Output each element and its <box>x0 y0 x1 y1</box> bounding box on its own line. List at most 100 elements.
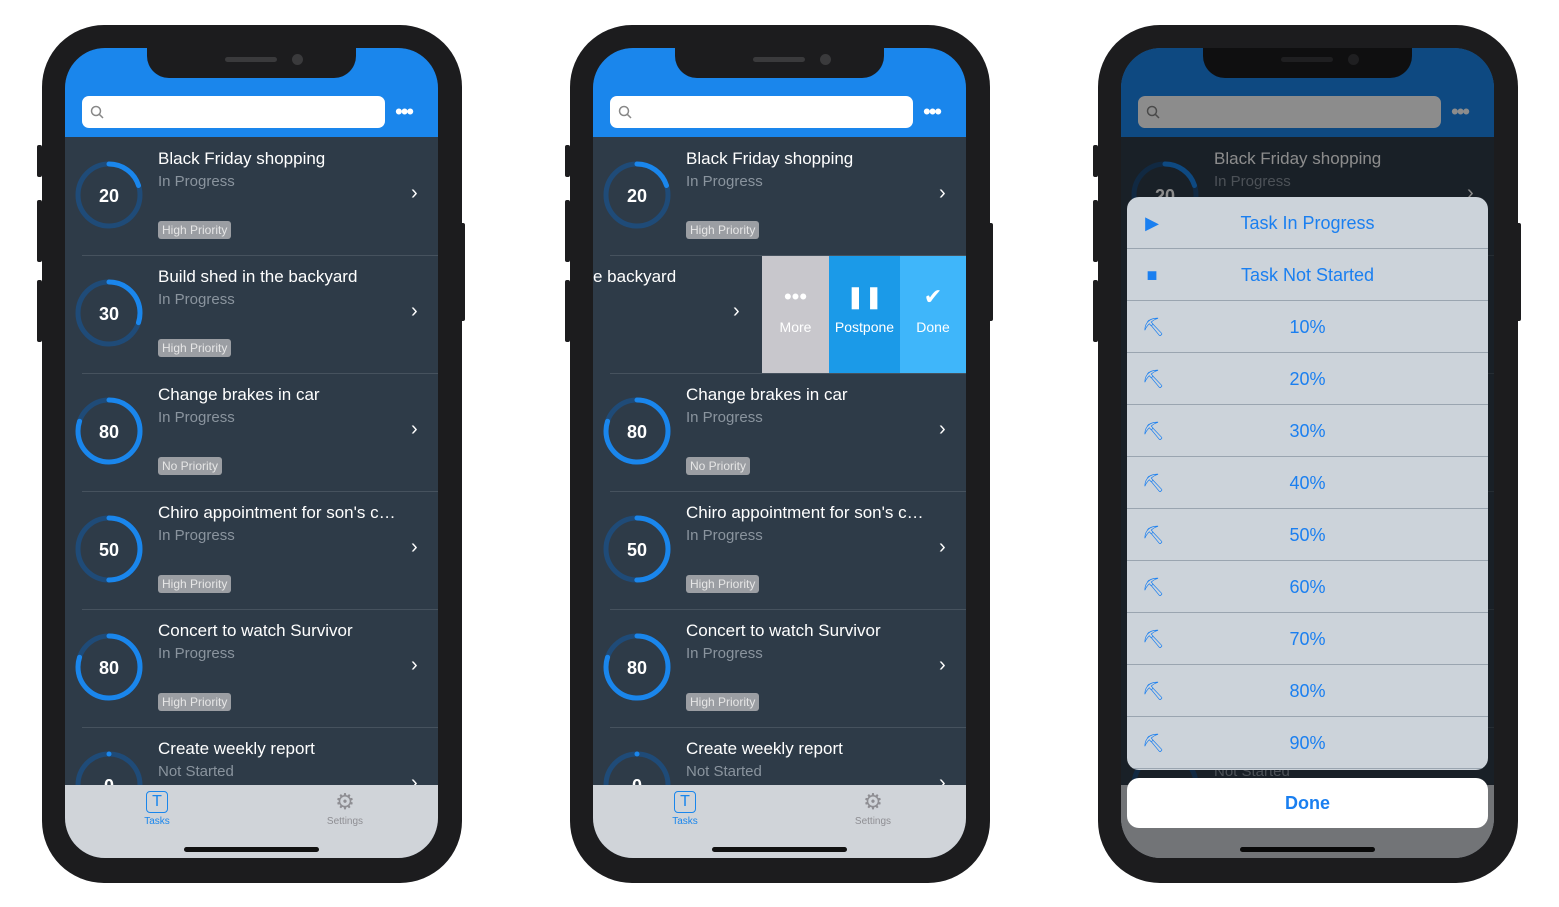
sheet-option[interactable]: ⛏ 50% <box>1127 509 1488 561</box>
priority-badge: High Priority <box>686 221 760 239</box>
screen: ••• 20 Black Friday shopping In Progress Hig… <box>593 48 966 858</box>
search-input[interactable] <box>610 96 913 128</box>
tab-settings[interactable]: ⚙ Settings <box>833 791 913 828</box>
sheet-done-button[interactable]: Done <box>1127 778 1488 828</box>
action-label: Done <box>916 319 950 335</box>
option-icon: ⛏ <box>1142 473 1165 493</box>
option-icon: ⛏ <box>1142 525 1165 545</box>
option-label: 50% <box>1289 525 1326 545</box>
more-menu-icon[interactable]: ••• <box>923 101 942 123</box>
sheet-option[interactable]: ⛏ 80% <box>1127 665 1488 717</box>
task-row[interactable]: 50 Chiro appointment for son's c… In Progr… <box>593 492 966 610</box>
tab-tasks[interactable]: T Tasks <box>645 791 725 827</box>
postpone-icon: ❚❚ <box>846 284 883 309</box>
option-label: Task Not Started <box>1240 265 1375 285</box>
task-row[interactable]: 50 Chiro appointment for son's c… In Progr… <box>65 492 438 610</box>
chevron-right-icon[interactable]: › <box>939 536 946 559</box>
priority-badge: High Priority <box>686 693 760 711</box>
chevron-right-icon[interactable]: › <box>411 654 418 677</box>
swipe-action-done[interactable]: ✔ Done <box>900 256 966 374</box>
sheet-option[interactable]: ⛏ 40% <box>1127 457 1488 509</box>
task-status: In Progress <box>158 527 235 544</box>
task-row-content: 80 Change brakes in car In Progress No Prio… <box>593 374 966 492</box>
task-row[interactable]: 80 Concert to watch Survivor In Progress Hi… <box>65 610 438 728</box>
option-icon: ■ <box>1146 265 1158 285</box>
task-title: Change brakes in car <box>158 385 320 404</box>
tab-label: Tasks <box>144 816 170 827</box>
option-label: Task In Progress <box>1240 213 1375 233</box>
priority-badge: High Priority <box>158 575 232 593</box>
side-button <box>460 223 465 321</box>
task-row[interactable]: 30Build shed in the backyardIn ProgressH… <box>593 256 966 374</box>
task-status: In Progress <box>158 173 235 190</box>
task-row-content: 80 Change brakes in car In Progress No Prio… <box>65 374 438 492</box>
sheet-option[interactable]: ⛏ 60% <box>1127 561 1488 613</box>
side-button <box>37 145 42 177</box>
chevron-right-icon[interactable]: › <box>939 418 946 441</box>
task-title-visible: e backyard <box>593 267 677 286</box>
sheet-option[interactable]: ⛏ 10% <box>1127 301 1488 353</box>
tab-label: Settings <box>854 816 892 827</box>
task-title: Chiro appointment for son's c… <box>686 503 924 522</box>
search-icon <box>90 105 104 119</box>
speaker <box>225 57 277 62</box>
chevron-right-icon[interactable]: › <box>411 536 418 559</box>
home-indicator <box>712 847 847 852</box>
swipe-action-more[interactable]: ••• More <box>762 256 829 374</box>
task-row[interactable]: 80 Change brakes in car In Progress No Prio… <box>593 374 966 492</box>
chevron-right-icon[interactable]: › <box>411 300 418 323</box>
side-button <box>988 223 993 321</box>
tasks-icon: T <box>146 791 168 813</box>
sheet-option[interactable]: ▶ Task In Progress <box>1127 197 1488 249</box>
task-title: Build shed in the backyard <box>158 267 358 286</box>
more-icon: ••• <box>783 284 808 309</box>
chevron-right-icon[interactable]: › <box>411 182 418 205</box>
chevron-right-icon[interactable]: › <box>411 418 418 441</box>
option-label: 70% <box>1289 629 1326 649</box>
chevron-right-icon[interactable]: › <box>939 182 946 205</box>
task-title: Concert to watch Survivor <box>686 621 881 640</box>
side-button <box>1093 200 1098 262</box>
side-button <box>1093 145 1098 177</box>
side-button <box>1093 280 1098 342</box>
phone-swipe: ••• 20 Black Friday shopping In Progress Hig… <box>565 25 993 883</box>
tab-label: Tasks <box>672 816 698 827</box>
task-status: Not Started <box>158 763 234 780</box>
chevron-right-icon[interactable]: › <box>733 300 740 323</box>
side-button <box>1516 223 1521 321</box>
more-menu-icon[interactable]: ••• <box>395 101 414 123</box>
phone-list: ••• 20 Black Friday shopping In Progress Hig… <box>37 25 465 883</box>
option-icon: ⛏ <box>1142 681 1165 701</box>
task-row[interactable]: 30Build shed in the backyardIn ProgressH… <box>65 256 438 374</box>
task-row[interactable]: 20 Black Friday shopping In Progress High P… <box>593 138 966 256</box>
task-row[interactable]: 80 Change brakes in car In Progress No Prio… <box>65 374 438 492</box>
sheet-option[interactable]: ⛏ 70% <box>1127 613 1488 665</box>
task-row[interactable]: 20 Black Friday shopping In Progress High P… <box>65 138 438 256</box>
chevron-right-icon[interactable]: › <box>939 654 946 677</box>
task-status: In Progress <box>686 527 763 544</box>
sheet-option[interactable]: ⛏ 30% <box>1127 405 1488 457</box>
progress-value: 80 <box>98 422 120 442</box>
task-row-content: 20 Black Friday shopping In Progress High P… <box>593 138 966 256</box>
tab-tasks[interactable]: T Tasks <box>117 791 197 827</box>
progress-value: 30 <box>98 304 120 324</box>
task-row[interactable]: 80 Concert to watch Survivor In Progress Hi… <box>593 610 966 728</box>
option-label: 20% <box>1289 369 1326 389</box>
sheet-option[interactable]: ■ Task Not Started <box>1127 249 1488 301</box>
sheet-option[interactable]: ⛏ 20% <box>1127 353 1488 405</box>
progress-value: 50 <box>98 540 120 560</box>
option-label: 30% <box>1289 421 1326 441</box>
task-status: In Progress <box>686 645 763 662</box>
search-input[interactable] <box>82 96 385 128</box>
swipe-action-postpone[interactable]: ❚❚ Postpone <box>829 256 900 374</box>
task-row-content: 20 Black Friday shopping In Progress High P… <box>65 138 438 256</box>
sheet-option[interactable]: ⛏ 90% <box>1127 717 1488 769</box>
tab-settings[interactable]: ⚙ Settings <box>305 791 385 828</box>
task-title: Chiro appointment for son's c… <box>158 503 396 522</box>
done-icon: ✔ <box>923 284 943 309</box>
screen: ••• 20 Black Friday shopping In Progress Hig… <box>65 48 438 858</box>
task-row-content: 50 Chiro appointment for son's c… In Progr… <box>65 492 438 610</box>
camera <box>292 54 303 65</box>
option-label: 80% <box>1289 681 1326 701</box>
task-row-content: 80 Concert to watch Survivor In Progress Hi… <box>65 610 438 728</box>
